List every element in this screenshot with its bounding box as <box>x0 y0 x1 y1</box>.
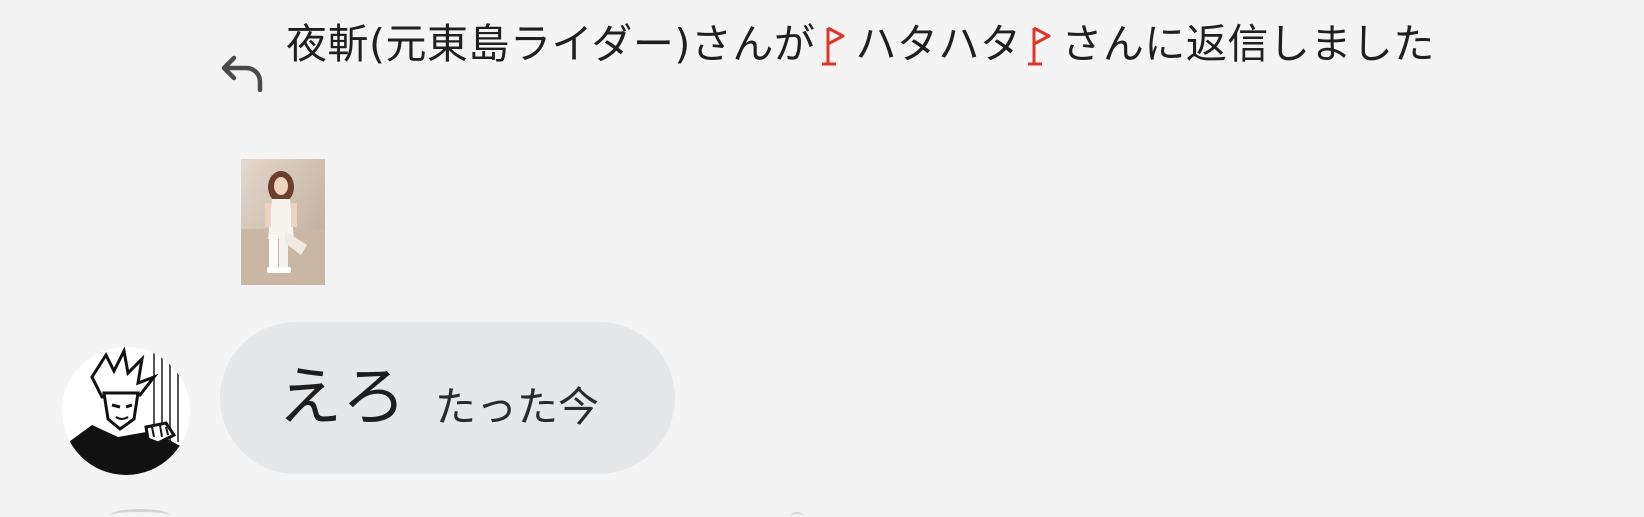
recipient-name[interactable]: ハタハタ <box>855 20 1021 68</box>
next-message-partial-mark <box>790 512 804 517</box>
reply-arrow-icon <box>221 55 263 92</box>
red-flag-emoji-icon <box>1028 26 1051 66</box>
attached-photo-thumbnail[interactable] <box>241 159 325 285</box>
user-avatar[interactable] <box>62 347 190 475</box>
message-text: えろ <box>278 361 406 435</box>
red-flag-emoji-icon <box>822 26 845 66</box>
message-timestamp: たった今 <box>435 383 599 431</box>
manga-avatar-icon <box>62 347 190 475</box>
replier-name-text: 夜斬(元東島ライダー)さんが <box>286 20 816 68</box>
reply-notice-text: 夜斬(元東島ライダー)さんが ハタハタ さんに返信しました <box>286 20 1576 68</box>
chat-view: 夜斬(元東島ライダー)さんが ハタハタ さんに返信しました えろ たった今 <box>0 0 1644 517</box>
next-message-partial <box>110 509 170 517</box>
reply-action-text: さんに返信しました <box>1061 20 1435 68</box>
photo-icon <box>241 159 325 285</box>
message-bubble[interactable]: えろ たった今 <box>220 322 675 474</box>
